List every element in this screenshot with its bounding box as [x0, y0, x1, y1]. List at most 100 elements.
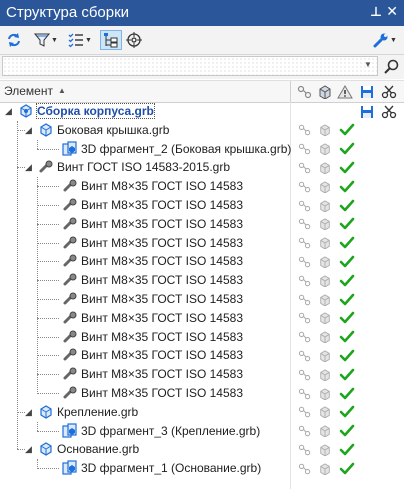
tree-item-label: Винт M8×35 ГОСТ ISO 14583	[81, 348, 243, 363]
link-icon	[296, 329, 314, 346]
tree-row[interactable]: Винт M8×35 ГОСТ ISO 14583	[0, 252, 404, 271]
cube-icon	[316, 141, 334, 158]
link-icon	[296, 441, 314, 458]
tree-row[interactable]: Винт M8×35 ГОСТ ISO 14583	[0, 384, 404, 403]
tree-row[interactable]: Винт M8×35 ГОСТ ISO 14583	[0, 177, 404, 196]
link-icon	[296, 141, 314, 158]
expand-toggle-icon[interactable]: ◢	[25, 444, 32, 455]
cube-icon	[316, 460, 334, 477]
tree-row[interactable]: Винт M8×35 ГОСТ ISO 14583	[0, 365, 404, 384]
tree-row[interactable]: ◢ Боковая крышка.grb	[0, 121, 404, 140]
link-icon	[296, 159, 314, 176]
tree-row[interactable]: Винт M8×35 ГОСТ ISO 14583	[0, 290, 404, 309]
check-icon	[338, 216, 356, 233]
tree-row[interactable]: 3D фрагмент_2 (Боковая крышка.grb)	[0, 140, 404, 159]
search-row: ▼	[0, 55, 404, 79]
target-button[interactable]	[124, 30, 144, 50]
cube-icon	[316, 197, 334, 214]
expand-toggle-icon[interactable]: ◢	[25, 162, 32, 173]
list-settings-button[interactable]: ▼	[66, 30, 94, 50]
fragment-icon	[62, 422, 78, 439]
fragment-icon	[62, 460, 78, 476]
tree-item-label: 3D фрагмент_3 (Крепление.grb)	[81, 423, 261, 438]
check-icon	[338, 460, 356, 477]
tree-row[interactable]: ◢ Сборка корпуса.grb	[0, 102, 404, 121]
search-input[interactable]	[2, 56, 378, 76]
tree-row[interactable]: ◢ Винт ГОСТ ISO 14583-2015.grb	[0, 158, 404, 177]
link-icon	[296, 310, 314, 327]
link-icon	[296, 122, 314, 139]
screw-icon	[62, 216, 78, 232]
check-icon	[338, 329, 356, 346]
check-icon	[338, 197, 356, 214]
tree-guide-line	[37, 139, 38, 150]
close-icon[interactable]: ✕	[386, 3, 398, 20]
screw-icon	[62, 385, 78, 401]
cube-icon	[316, 366, 334, 383]
cube-icon	[316, 423, 334, 440]
tree-guide-line	[37, 421, 38, 432]
tree-row[interactable]: Винт M8×35 ГОСТ ISO 14583	[0, 328, 404, 347]
expand-toggle-icon[interactable]: ◢	[25, 407, 32, 418]
chevron-down-icon[interactable]: ▼	[364, 60, 372, 69]
tree-guide-line	[37, 459, 38, 469]
tree-item-label: Основание.grb	[57, 442, 140, 457]
tree-row[interactable]: Винт M8×35 ГОСТ ISO 14583	[0, 196, 404, 215]
assembly-icon	[18, 103, 34, 119]
settings-button[interactable]: ▼	[370, 30, 400, 50]
scissors-icon[interactable]	[380, 83, 398, 100]
check-icon	[338, 253, 356, 270]
cube-icon	[316, 329, 334, 346]
toolbar: ▼ ▼ ▼	[0, 26, 404, 55]
tree-row[interactable]: Винт M8×35 ГОСТ ISO 14583	[0, 309, 404, 328]
check-icon	[338, 385, 356, 402]
save-icon[interactable]	[358, 83, 376, 100]
tree-row[interactable]: Винт M8×35 ГОСТ ISO 14583	[0, 271, 404, 290]
column-element[interactable]: Элемент	[4, 84, 53, 98]
screw-icon	[62, 178, 78, 194]
scissors-icon[interactable]	[380, 103, 398, 120]
pin-icon[interactable]: ⊥	[370, 4, 382, 20]
cube-icon[interactable]	[316, 83, 334, 100]
expand-toggle-icon[interactable]: ◢	[25, 125, 32, 136]
tree-row[interactable]: Винт M8×35 ГОСТ ISO 14583	[0, 234, 404, 253]
check-icon	[338, 347, 356, 364]
link-icon	[296, 272, 314, 289]
check-icon	[338, 404, 356, 421]
cube-icon	[316, 235, 334, 252]
cube-icon	[316, 347, 334, 364]
cube-icon	[316, 404, 334, 421]
link-icon	[296, 404, 314, 421]
cube-icon	[316, 159, 334, 176]
link-icon[interactable]	[296, 83, 314, 100]
tree-row[interactable]: Винт M8×35 ГОСТ ISO 14583	[0, 215, 404, 234]
save-icon[interactable]	[358, 103, 376, 120]
tree-item-label: Винт M8×35 ГОСТ ISO 14583	[81, 329, 243, 344]
check-icon	[338, 178, 356, 195]
screw-icon	[62, 310, 78, 326]
screw-icon	[62, 235, 78, 251]
warning-icon[interactable]	[336, 83, 354, 100]
column-header: Элемент ▲	[0, 80, 404, 103]
link-icon	[296, 366, 314, 383]
tree-row[interactable]: 3D фрагмент_1 (Основание.grb)	[0, 459, 404, 478]
refresh-button[interactable]	[4, 30, 24, 50]
tree-row[interactable]: ◢ Основание.grb	[0, 440, 404, 459]
fragment-icon	[62, 140, 78, 157]
tree-row[interactable]: ◢ Крепление.grb	[0, 403, 404, 422]
part-icon	[38, 441, 54, 457]
cube-icon	[316, 178, 334, 195]
tree-row[interactable]: Винт M8×35 ГОСТ ISO 14583	[0, 346, 404, 365]
filter-button[interactable]: ▼	[32, 30, 60, 50]
screw-icon	[62, 291, 78, 307]
panel-title: Структура сборки	[6, 4, 130, 21]
cube-icon	[316, 385, 334, 402]
refresh-icon	[8, 33, 20, 47]
search-button[interactable]	[381, 57, 401, 77]
expand-toggle-icon[interactable]: ◢	[5, 106, 12, 117]
screw-icon	[62, 347, 78, 363]
tree-row[interactable]: 3D фрагмент_3 (Крепление.grb)	[0, 422, 404, 441]
tree-item-label: Винт M8×35 ГОСТ ISO 14583	[81, 254, 243, 269]
tree-view-button[interactable]	[100, 30, 122, 50]
tree-item-label: Винт M8×35 ГОСТ ISO 14583	[81, 198, 243, 212]
